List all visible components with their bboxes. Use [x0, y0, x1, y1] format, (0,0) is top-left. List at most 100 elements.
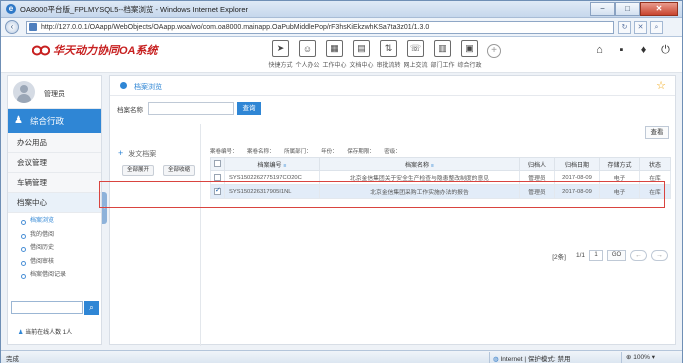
column-header-storage[interactable]: 存储方式 [599, 157, 640, 171]
menu-item-archive-center[interactable]: 档案中心 [8, 193, 101, 213]
collapse-all-button[interactable]: 全部收缩 [163, 165, 195, 176]
document-icon: ▤ [353, 40, 370, 57]
cell-archive-name[interactable]: 北京金信集团关于安全生产检查与隐患整改制度的意见 [319, 170, 520, 185]
refresh-icon[interactable]: ↻ [618, 21, 631, 34]
breadcrumb-dot-icon [120, 82, 127, 89]
view-button[interactable]: 查看 [645, 126, 669, 139]
cell-archive-no: SYS150226317905I1NL [224, 184, 320, 199]
toolbar-item-label: 文档中心 [349, 63, 374, 69]
person-card-icon: ☺ [299, 40, 316, 57]
add-shortcut-icon[interactable]: + [487, 44, 501, 58]
department-icon: ▥ [434, 40, 451, 57]
zoom-icon: ⊕ [626, 354, 632, 361]
column-header-filer[interactable]: 归档人 [519, 157, 555, 171]
next-page-button[interactable]: → [651, 250, 668, 261]
shirt-skin-icon[interactable]: ♦ [637, 44, 650, 57]
toolbar-item-3[interactable]: ▤ 文档中心 [348, 40, 375, 71]
url-input[interactable]: http://127.0.0.1/OAapp/WebObjects/OAapp.… [26, 21, 614, 34]
column-header-archive-name[interactable]: 档案名称 ≡ [319, 157, 520, 171]
prev-page-button[interactable]: ← [630, 250, 647, 261]
cell-file-date: 2017-08-09 [554, 170, 600, 185]
window-title: OA8000平台版_FPLMYSQL5--档案浏览 - Windows Inte… [20, 5, 248, 14]
avatar[interactable] [13, 81, 35, 103]
filter-secret-level: 密级： [384, 149, 401, 155]
building-icon: ▣ [461, 40, 478, 57]
security-zone[interactable]: ◍ Internet | 保护模式: 禁用 [493, 353, 570, 363]
tree-root-incoming-docs[interactable]: 发文档案 [118, 148, 156, 159]
module-header[interactable]: ♟ 综合行政 [8, 109, 101, 133]
page-indicator: 1/1 [575, 252, 585, 259]
menu-item-vehicles[interactable]: 车辆管理 [8, 173, 101, 193]
menu-item-office-supplies[interactable]: 办公用品 [8, 133, 101, 153]
search-icon[interactable]: ⌕ [650, 21, 663, 34]
cell-archive-name[interactable]: 北京金信集团采购工作实施办法的报告 [319, 184, 520, 199]
column-header-file-date[interactable]: 归档日期 [554, 157, 600, 171]
toolbar-item-1[interactable]: ☺ 个人办公 [294, 40, 321, 71]
column-header-status[interactable]: 状态 [639, 157, 671, 171]
toolbar-item-6[interactable]: ▥ 部门工作 [429, 40, 456, 71]
search-row: 档案名称 查询 [110, 97, 677, 119]
expand-all-button[interactable]: 全部展开 [122, 165, 154, 176]
sidebar-collapse-handle[interactable]: ‹ [102, 192, 107, 224]
person-icon: ♟ [14, 115, 23, 126]
power-icon[interactable]: ⏻ [659, 44, 672, 57]
back-arrow-icon[interactable]: ‹ [5, 20, 19, 34]
sub-item-borrow-review[interactable]: 借阅审核 [8, 256, 101, 270]
sub-item-borrow-history[interactable]: 借阅历史 [8, 242, 101, 256]
cell-storage: 电子 [599, 184, 640, 199]
zoom-level[interactable]: ⊕ 100% ▾ [626, 353, 655, 361]
toolbar-item-label: 部门工作 [430, 63, 455, 69]
toolbar-item-label: 快捷方式 [268, 63, 293, 69]
sub-item-my-borrowing[interactable]: 我的借阅 [8, 229, 101, 243]
sub-item-archive-browse[interactable]: 档案浏览 [8, 215, 101, 229]
flow-icon: ⇅ [380, 40, 397, 57]
toolbar-item-2[interactable]: ▦ 工作中心 [321, 40, 348, 71]
pagination: [2条] 1/1 1 GO ← → [552, 250, 668, 261]
column-header-archive-no[interactable]: 档案编号 ≡ [224, 157, 320, 171]
go-button[interactable]: GO [607, 250, 626, 261]
users-icon: ♟ [18, 330, 24, 336]
browser-window: e OA8000平台版_FPLMYSQL5--档案浏览 - Windows In… [0, 0, 683, 363]
apps-grid-icon[interactable]: ▪ [615, 44, 628, 57]
close-button[interactable]: ✕ [640, 2, 678, 16]
menu-item-meetings[interactable]: 会议管理 [8, 153, 101, 173]
stop-icon[interactable]: ✕ [634, 21, 647, 34]
app-area: 华天动力协同OA系统 ➤ 快捷方式 ☺ 个人办公 ▦ 工作中心 ▤ 文档中心 ⇅ 审批流转 ☏ 网上交… [1, 37, 682, 350]
toolbar-item-0[interactable]: ➤ 快捷方式 [267, 40, 294, 71]
archive-grid: 查看 案卷编号： 案卷名称： 所属部门： 年份： 保存期限： 密级： 档案编号 … [202, 124, 676, 346]
breadcrumb: 档案浏览 ☆ [110, 76, 675, 96]
cell-filer: 管理员 [519, 170, 555, 185]
cell-file-date: 2017-08-09 [554, 184, 600, 199]
sort-icon[interactable]: ≡ [431, 163, 434, 169]
toolbar-item-7[interactable]: ▣ 综合行政 [456, 40, 483, 71]
table-row[interactable]: SYS1502262775197CO20C 北京金信集团关于安全生产检查与隐患整… [210, 170, 671, 185]
sidebar-search-button[interactable]: ⌕ [84, 301, 99, 315]
favorite-star-icon[interactable]: ☆ [656, 79, 666, 92]
row-checkbox[interactable] [214, 186, 221, 195]
sort-icon[interactable]: ≡ [284, 163, 287, 169]
sidebar-search-input[interactable] [11, 301, 83, 314]
toolbar-item-label: 审批流转 [376, 63, 401, 69]
archive-table: 档案编号 ≡ 档案名称 ≡ 归档人 归档日期 存储方式 状态 SYS15022627… [210, 157, 671, 199]
toolbar-item-5[interactable]: ☏ 网上交流 [402, 40, 429, 71]
toolbar-item-label: 个人办公 [295, 63, 320, 69]
row-checkbox[interactable] [214, 173, 221, 181]
select-all-checkbox[interactable] [214, 160, 221, 168]
page-number-input[interactable]: 1 [589, 250, 603, 261]
filter-volume-name: 案卷名称： [247, 149, 275, 155]
minimize-button[interactable]: − [590, 2, 615, 16]
home-icon[interactable]: ⌂ [593, 44, 606, 57]
query-button[interactable]: 查询 [237, 102, 261, 115]
toolbar-item-label: 网上交流 [403, 63, 428, 69]
address-bar: ‹ http://127.0.0.1/OAapp/WebObjects/OAap… [1, 18, 682, 37]
select-all-header[interactable] [210, 157, 225, 171]
archive-name-input[interactable] [148, 102, 234, 115]
toolbar-item-4[interactable]: ⇅ 审批流转 [375, 40, 402, 71]
total-count: [2条] [552, 253, 566, 261]
filter-department: 所属部门： [284, 149, 312, 155]
maximize-button[interactable]: □ [615, 2, 640, 16]
table-row[interactable]: SYS150226317905I1NL 北京金信集团采购工作实施办法的报告 管理… [210, 184, 671, 199]
archive-tree-panel: 发文档案 全部展开 全部收缩 [110, 124, 201, 346]
status-bar: 完成 ◍ Internet | 保护模式: 禁用 ⊕ 100% ▾ [1, 350, 682, 363]
sub-item-borrow-records[interactable]: 档案借阅记录 [8, 269, 101, 283]
